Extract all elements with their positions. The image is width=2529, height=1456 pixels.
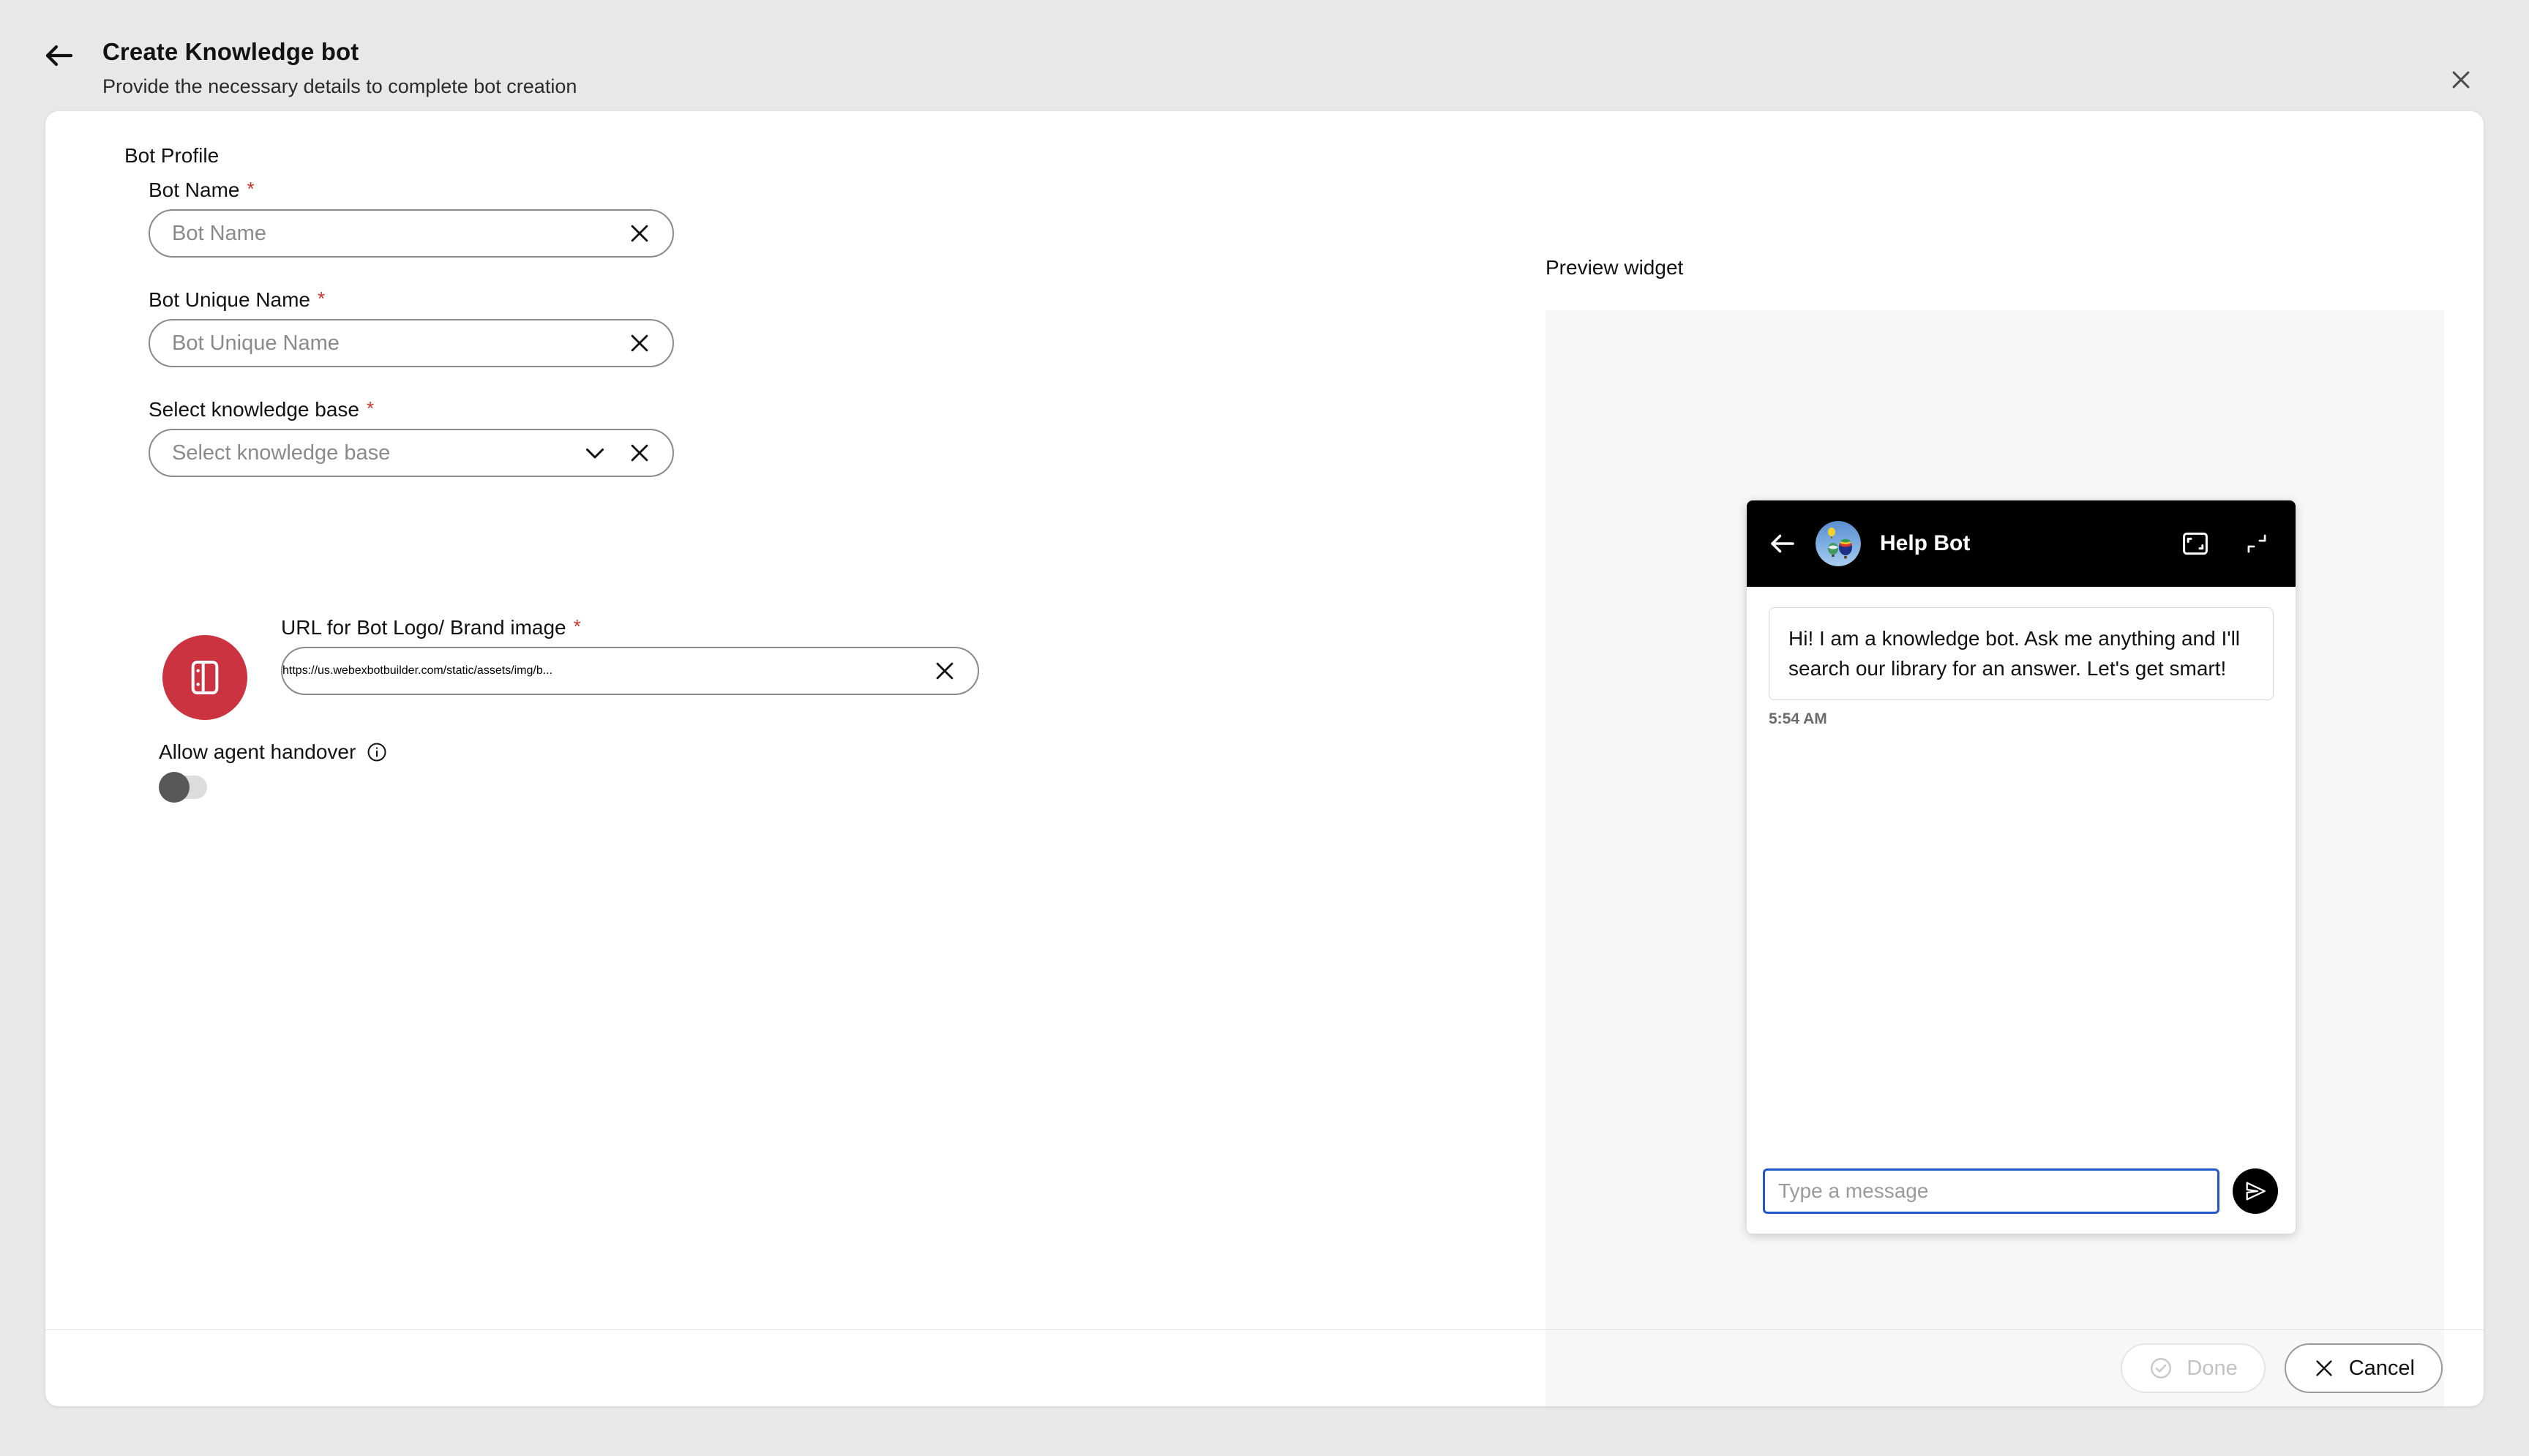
chevron-down-icon[interactable]	[582, 440, 608, 466]
knowledge-base-select[interactable]: Select knowledge base	[149, 429, 674, 477]
field-bot-name: Bot Name * Bot Name	[149, 179, 674, 258]
main-card: Bot Profile Bot Name * Bot Name Bot Uniq…	[45, 111, 2484, 1406]
clear-knowledge-base-icon[interactable]	[627, 440, 652, 465]
field-bot-unique-name: Bot Unique Name * Bot Unique Name	[149, 288, 674, 367]
chat-back-arrow-icon[interactable]	[1767, 528, 1798, 559]
field-label-bot-logo-url: URL for Bot Logo/ Brand image *	[281, 616, 979, 639]
chat-widget-header: Help Bot	[1747, 500, 2296, 587]
minimize-icon[interactable]	[2243, 530, 2271, 558]
bot-card-logo-icon	[162, 635, 247, 720]
cancel-button[interactable]: Cancel	[2284, 1343, 2443, 1393]
expand-icon[interactable]	[2180, 528, 2211, 559]
chat-widget-title: Help Bot	[1880, 531, 1971, 555]
cancel-button-label: Cancel	[2348, 1356, 2415, 1380]
top-bar: Create Knowledge bot Provide the necessa…	[0, 0, 2529, 108]
bot-unique-name-placeholder: Bot Unique Name	[172, 331, 340, 355]
field-label-bot-name: Bot Name *	[149, 179, 674, 202]
allow-agent-handover-group: Allow agent handover	[159, 740, 388, 803]
section-label-bot-profile: Bot Profile	[124, 144, 220, 167]
bot-logo-url-value: https://us.webexbotbuilder.com/static/as…	[282, 664, 553, 677]
clear-bot-logo-url-icon[interactable]	[932, 658, 957, 683]
field-select-knowledge-base: Select knowledge base * Select knowledge…	[149, 398, 674, 477]
field-label-bot-unique-name: Bot Unique Name *	[149, 288, 674, 312]
page-title: Create Knowledge bot	[102, 38, 359, 65]
required-asterisk: *	[573, 615, 581, 637]
card-body: Bot Profile Bot Name * Bot Name Bot Uniq…	[45, 111, 2484, 1406]
knowledge-base-placeholder: Select knowledge base	[172, 440, 391, 465]
message-input-placeholder: Type a message	[1778, 1179, 1929, 1202]
field-label-text: Bot Name	[149, 179, 240, 201]
toggle-knob	[159, 772, 190, 803]
done-button-label: Done	[2187, 1356, 2238, 1380]
preview-widget-panel: Help Bot Hi! I am a knowledge bot. Ask m…	[1546, 310, 2444, 1406]
message-timestamp: 5:54 AM	[1769, 710, 1827, 728]
chat-messages-area: Hi! I am a knowledge bot. Ask me anythin…	[1747, 587, 2296, 1149]
clear-bot-unique-name-icon[interactable]	[627, 331, 652, 356]
required-asterisk: *	[318, 288, 326, 309]
close-icon	[2312, 1356, 2336, 1380]
field-label-select-knowledge-base: Select knowledge base *	[149, 398, 674, 421]
field-label-text: Bot Unique Name	[149, 288, 311, 311]
url-field-block: URL for Bot Logo/ Brand image * https://…	[281, 616, 979, 695]
done-button[interactable]: Done	[2121, 1343, 2266, 1393]
field-label-text: Select knowledge base	[149, 398, 359, 421]
card-footer: Done Cancel	[45, 1329, 2484, 1406]
send-message-button[interactable]	[2233, 1168, 2278, 1214]
close-dialog-button[interactable]	[2437, 56, 2485, 104]
preview-widget-label: Preview widget	[1546, 256, 1684, 279]
required-asterisk: *	[247, 178, 255, 200]
bot-unique-name-input[interactable]: Bot Unique Name	[149, 319, 674, 367]
allow-agent-handover-toggle[interactable]	[159, 772, 207, 803]
required-asterisk: *	[366, 397, 375, 419]
check-circle-icon	[2148, 1356, 2173, 1381]
page-subtitle: Provide the necessary details to complet…	[102, 75, 577, 97]
chat-input-bar: Type a message	[1747, 1149, 2296, 1234]
message-input[interactable]: Type a message	[1763, 1168, 2219, 1214]
bot-message-bubble: Hi! I am a knowledge bot. Ask me anythin…	[1769, 607, 2274, 701]
bot-name-input[interactable]: Bot Name	[149, 209, 674, 258]
bot-name-placeholder: Bot Name	[172, 221, 266, 245]
clear-bot-name-icon[interactable]	[627, 221, 652, 246]
handover-label-text: Allow agent handover	[159, 740, 356, 763]
info-icon[interactable]	[366, 741, 388, 763]
bot-logo-url-input[interactable]: https://us.webexbotbuilder.com/static/as…	[281, 647, 979, 695]
allow-agent-handover-label: Allow agent handover	[159, 740, 388, 764]
hot-air-balloon-avatar	[1816, 521, 1861, 566]
chat-widget: Help Bot Hi! I am a knowledge bot. Ask m…	[1747, 500, 2296, 1234]
field-label-text: URL for Bot Logo/ Brand image	[281, 616, 566, 639]
back-arrow-icon[interactable]	[42, 38, 77, 73]
